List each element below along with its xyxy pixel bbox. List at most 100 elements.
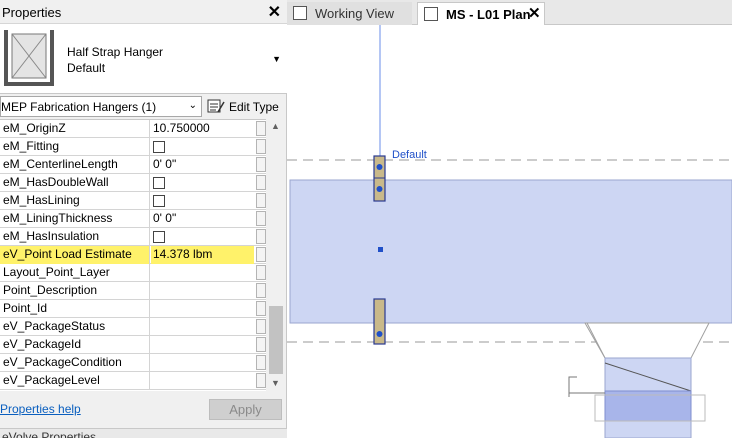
apply-button[interactable]: Apply (209, 399, 282, 420)
property-checkbox-cell[interactable] (151, 174, 254, 192)
tab-label: MS - L01 Plan (446, 7, 531, 22)
associate-parameter-button[interactable] (256, 121, 266, 136)
property-value[interactable]: 14.378 lbm (151, 246, 254, 264)
close-icon[interactable]: ✕ (528, 4, 541, 22)
property-row[interactable]: eM_OriginZ 10.750000 (0, 120, 266, 138)
associate-parameter-button[interactable] (256, 175, 266, 190)
property-name: eM_HasInsulation (0, 228, 150, 246)
property-value[interactable] (151, 282, 254, 300)
instance-filter-dropdown[interactable]: MEP Fabrication Hangers (1) ⌄ (0, 96, 202, 117)
properties-grid: eM_OriginZ 10.750000 eM_Fitting eM_Centerli… (0, 119, 266, 391)
property-value[interactable] (151, 336, 254, 354)
property-name: eV_PackageStatus (0, 318, 150, 336)
associate-parameter-button[interactable] (256, 265, 266, 280)
associate-parameter-button[interactable] (256, 193, 266, 208)
property-row[interactable]: Point_Description (0, 282, 266, 300)
property-checkbox[interactable] (153, 231, 165, 243)
associate-parameter-button[interactable] (256, 139, 266, 154)
properties-panel: Properties ✕ Half Strap Hanger Default ▼… (0, 0, 287, 438)
property-value[interactable]: 10.750000 (151, 120, 254, 138)
property-name: eV_PackageLevel (0, 372, 150, 390)
property-name: eM_Fitting (0, 138, 150, 156)
chevron-down-icon[interactable]: ▼ (272, 54, 281, 64)
property-checkbox[interactable] (153, 177, 165, 189)
scroll-up-icon[interactable]: ▲ (271, 121, 280, 131)
tab-ms-l01-plan[interactable]: MS - L01 Plan ✕ (417, 2, 545, 25)
property-name: Point_Id (0, 300, 150, 318)
view-tab-strip: Working View MS - L01 Plan ✕ (287, 0, 732, 25)
property-name: Layout_Point_Layer (0, 264, 150, 282)
property-value[interactable] (151, 300, 254, 318)
property-checkbox-cell[interactable] (151, 138, 254, 156)
property-row[interactable]: eV_PackageLevel (0, 372, 266, 390)
chevron-down-icon: ⌄ (188, 100, 197, 111)
associate-parameter-button[interactable] (256, 211, 266, 226)
property-name: eV_Point Load Estimate (0, 246, 150, 264)
property-row[interactable]: eV_PackageStatus (0, 318, 266, 336)
property-value[interactable] (151, 318, 254, 336)
drawing-canvas[interactable]: Default (287, 25, 732, 438)
hanger-strap-bottom[interactable] (373, 298, 386, 345)
tab-working-view[interactable]: Working View (287, 2, 412, 25)
associate-parameter-button[interactable] (256, 157, 266, 172)
property-value[interactable] (151, 354, 254, 372)
property-row[interactable]: eM_HasDoubleWall (0, 174, 266, 192)
properties-title-bar: Properties ✕ (0, 0, 287, 24)
tab-label: Working View (315, 6, 394, 21)
property-row[interactable]: eV_Point Load Estimate 14.378 lbm (0, 246, 266, 264)
property-name: eM_OriginZ (0, 120, 150, 138)
property-value[interactable] (151, 372, 254, 390)
type-selector[interactable]: Half Strap Hanger Default ▼ (0, 24, 287, 94)
property-name: eM_CenterlineLength (0, 156, 150, 174)
evolve-properties-panel-header[interactable]: eVolve Properties (0, 428, 287, 438)
property-checkbox-cell[interactable] (151, 228, 254, 246)
associate-parameter-button[interactable] (256, 319, 266, 334)
property-checkbox-cell[interactable] (151, 192, 254, 210)
associate-parameter-button[interactable] (256, 373, 266, 388)
associate-parameter-button[interactable] (256, 283, 266, 298)
plan-view-drawing: Default (287, 25, 732, 438)
property-row[interactable]: Layout_Point_Layer (0, 264, 266, 282)
associate-parameter-button[interactable] (256, 301, 266, 316)
associate-parameter-button[interactable] (256, 355, 266, 370)
property-row[interactable]: eM_HasInsulation (0, 228, 266, 246)
properties-title: Properties (2, 5, 62, 20)
property-row[interactable]: eM_LiningThickness 0' 0" (0, 210, 266, 228)
properties-footer: Properties help Apply (0, 394, 287, 420)
instance-filter-value: MEP Fabrication Hangers (1) (1, 100, 157, 114)
edit-type-label: Edit Type (229, 100, 279, 114)
associate-parameter-button[interactable] (256, 247, 266, 262)
scroll-down-icon[interactable]: ▼ (271, 378, 280, 388)
property-name: Point_Description (0, 282, 150, 300)
center-point-marker[interactable] (378, 247, 383, 252)
type-name: Half Strap Hanger (67, 45, 164, 59)
property-row[interactable]: eM_HasLining (0, 192, 266, 210)
property-value[interactable]: 0' 0" (151, 210, 254, 228)
edit-type-button[interactable]: Edit Type (207, 97, 285, 117)
edit-type-icon (207, 99, 225, 113)
property-row[interactable]: eV_PackageId (0, 336, 266, 354)
scroll-thumb[interactable] (269, 306, 283, 374)
properties-help-link[interactable]: Properties help (0, 402, 81, 416)
associate-parameter-button[interactable] (256, 229, 266, 244)
view-icon (293, 6, 307, 20)
floor-plan-icon (424, 7, 438, 21)
property-value[interactable]: 0' 0" (151, 156, 254, 174)
property-name: eM_LiningThickness (0, 210, 150, 228)
duct-segment[interactable] (289, 179, 732, 324)
type-subname: Default (67, 61, 106, 75)
property-row[interactable]: Point_Id (0, 300, 266, 318)
property-row[interactable]: eV_PackageCondition (0, 354, 266, 372)
property-row[interactable]: eM_Fitting (0, 138, 266, 156)
properties-scrollbar[interactable]: ▲ ▼ (266, 119, 286, 391)
property-name: eM_HasLining (0, 192, 150, 210)
property-value[interactable] (151, 264, 254, 282)
property-row[interactable]: eM_CenterlineLength 0' 0" (0, 156, 266, 174)
level-tag[interactable]: Default (392, 149, 427, 161)
close-icon[interactable]: ✕ (268, 2, 281, 22)
associate-parameter-button[interactable] (256, 337, 266, 352)
property-checkbox[interactable] (153, 141, 165, 153)
half-strap-hanger-thumbnail-icon (0, 24, 58, 90)
property-checkbox[interactable] (153, 195, 165, 207)
property-name: eM_HasDoubleWall (0, 174, 150, 192)
